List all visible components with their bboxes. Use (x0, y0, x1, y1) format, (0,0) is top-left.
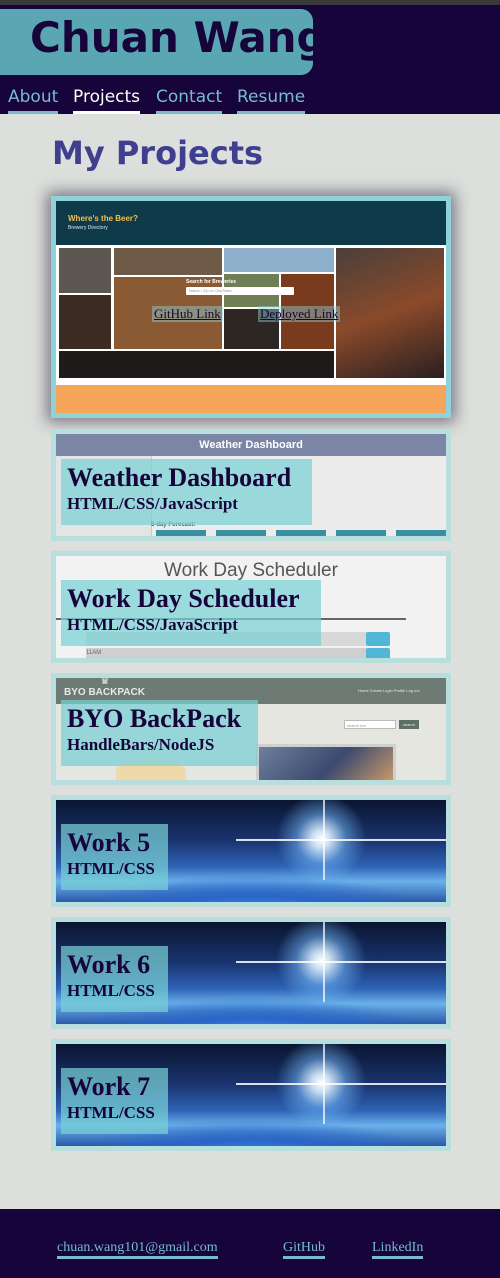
thumb-header: Weather Dashboard (56, 434, 446, 456)
light-flare (236, 961, 446, 963)
footer-github-link[interactable]: GitHub (283, 1240, 325, 1259)
project-card-work-day-scheduler[interactable]: Work Day Scheduler 11AM Work Day Schedul… (51, 551, 451, 663)
save-icon (366, 648, 390, 658)
project-title: Work Day Scheduler (67, 584, 300, 613)
project-title: Work 6 (67, 950, 151, 979)
collage-photo (336, 248, 444, 378)
name-banner: Chuan Wang (0, 9, 327, 75)
project-card-work-5[interactable]: Work 5 HTML/CSS (51, 795, 451, 907)
nav-projects[interactable]: Projects (73, 85, 141, 114)
collage-photo (59, 351, 334, 378)
project-thumbnail: Work Day Scheduler 11AM Work Day Schedul… (56, 556, 446, 658)
footer-linkedin-link[interactable]: LinkedIn (372, 1240, 424, 1259)
project-tech: HTML/CSS (67, 981, 155, 1000)
project-caption: BYO BackPack HandleBars/NodeJS (61, 700, 258, 766)
forecast-card (396, 530, 446, 536)
forecast-card (216, 530, 266, 536)
project-thumbnail: Work 7 HTML/CSS (56, 1044, 446, 1146)
projects-section: My Projects Where's the Beer? Brewery Di… (0, 114, 500, 1209)
project-title: Work 7 (67, 1072, 151, 1101)
project-title: BYO BackPack (67, 704, 242, 733)
thumb-product-image (256, 744, 396, 780)
thumb-title: Weather Dashboard (199, 439, 303, 451)
forecast-card (276, 530, 326, 536)
thumb-search-box: Name / Zip or City/State (186, 287, 294, 295)
light-flare (323, 922, 325, 1002)
nav-about[interactable]: About (8, 85, 59, 114)
save-icon (366, 632, 390, 646)
thumb-footer (56, 385, 446, 413)
nav-contact[interactable]: Contact (156, 85, 223, 114)
project-card-work-6[interactable]: Work 6 HTML/CSS (51, 917, 451, 1029)
thumb-nav: Home Create Login Profile Log out (358, 688, 420, 693)
project-tech: HTML/CSS/JavaScript (67, 615, 238, 634)
site-header: Chuan Wang About Projects Contact Resume (0, 5, 500, 114)
project-title: Work 5 (67, 828, 151, 857)
thumb-header: Where's the Beer? Brewery Directory (56, 201, 446, 245)
project-thumbnail: Weather Dashboard 5-day Forecast: Weathe… (56, 434, 446, 536)
project-card-work-7[interactable]: Work 7 HTML/CSS (51, 1039, 451, 1151)
project-card-byo-backpack[interactable]: ♛ BYO BACKPACK Home Create Login Profile… (51, 673, 451, 785)
schedule-row (86, 648, 366, 658)
project-caption: Work Day Scheduler HTML/CSS/JavaScript (61, 580, 321, 646)
forecast-card (156, 530, 206, 536)
project-caption: Work 7 HTML/CSS (61, 1068, 168, 1134)
collage-photo (224, 248, 334, 272)
github-link[interactable]: GitHub Link (152, 306, 223, 322)
project-tech: HTML/CSS (67, 859, 155, 878)
light-flare (323, 800, 325, 880)
page-title: My Projects (52, 134, 264, 172)
project-title: Weather Dashboard (67, 463, 292, 492)
project-thumbnail: ♛ BYO BACKPACK Home Create Login Profile… (56, 678, 446, 780)
crown-icon: ♛ (100, 678, 110, 687)
site-name: Chuan Wang (30, 13, 327, 62)
project-tech: HandleBars/NodeJS (67, 735, 215, 754)
project-caption: Work 6 HTML/CSS (61, 946, 168, 1012)
collage-photo (59, 248, 111, 293)
thumb-subtitle: Brewery Directory (68, 225, 108, 231)
project-tech: HTML/CSS (67, 1103, 155, 1122)
thumb-search-button: search (399, 720, 419, 729)
collage-photo (114, 248, 222, 275)
thumb-hour-label: 11AM (86, 650, 102, 656)
featured-project-card: Where's the Beer? Brewery Directory Sear… (51, 196, 451, 418)
thumb-title: BYO BACKPACK (64, 687, 145, 698)
photo-collage: Search for Breweries Name / Zip or City/… (56, 245, 446, 385)
thumb-search-label: Search for Breweries (186, 279, 237, 285)
light-flare (236, 1083, 446, 1085)
thumb-title: Where's the Beer? (68, 214, 138, 223)
project-caption: Weather Dashboard HTML/CSS/JavaScript (61, 459, 312, 525)
project-thumbnail: Work 6 HTML/CSS (56, 922, 446, 1024)
thumb-title: Work Day Scheduler (164, 560, 338, 581)
light-flare (323, 1044, 325, 1124)
project-card-weather-dashboard[interactable]: Weather Dashboard 5-day Forecast: Weathe… (51, 429, 451, 541)
collage-photo (59, 295, 111, 349)
project-tech: HTML/CSS/JavaScript (67, 494, 238, 513)
project-thumbnail: Work 5 HTML/CSS (56, 800, 446, 902)
nav-resume[interactable]: Resume (237, 85, 306, 114)
deployed-link[interactable]: Deployed Link (258, 306, 341, 322)
project-caption: Work 5 HTML/CSS (61, 824, 168, 890)
forecast-card (336, 530, 386, 536)
featured-project-thumbnail: Where's the Beer? Brewery Directory Sear… (56, 201, 446, 413)
footer-email-link[interactable]: chuan.wang101@gmail.com (57, 1240, 218, 1259)
site-footer: chuan.wang101@gmail.com GitHub LinkedIn (0, 1209, 500, 1278)
light-flare (236, 839, 446, 841)
thumb-search-box: search bar (344, 720, 396, 729)
